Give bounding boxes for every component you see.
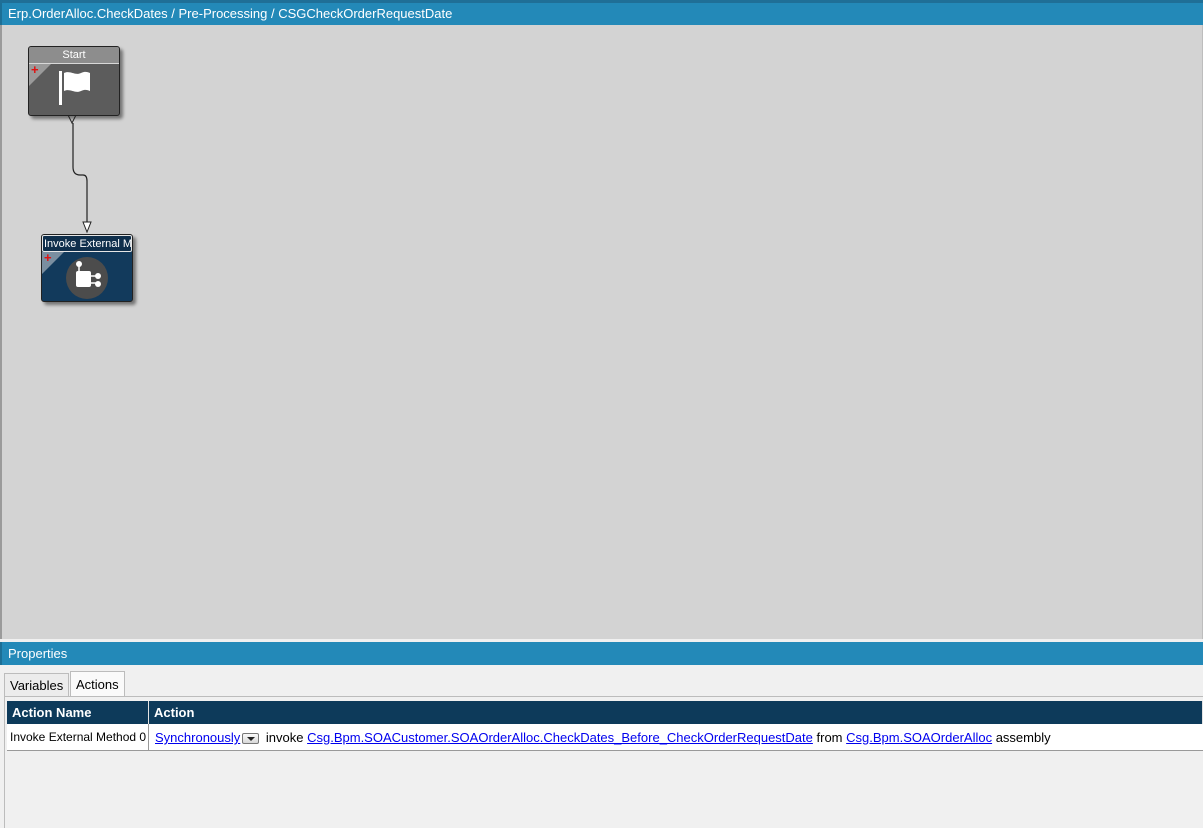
flag-icon [57, 69, 93, 110]
column-header-action-name[interactable]: Action Name [7, 701, 149, 724]
invoke-external-method-node[interactable]: Invoke External Me + [41, 234, 133, 302]
start-node-label: Start [29, 47, 119, 64]
actions-grid: Action Name Action Invoke External Metho… [7, 701, 1203, 751]
assembly-link[interactable]: Csg.Bpm.SOAOrderAlloc [846, 730, 992, 745]
expand-plus-icon[interactable]: + [31, 63, 41, 76]
assembly-text: assembly [995, 730, 1051, 745]
external-method-icon [64, 256, 110, 305]
invoke-node-label: Invoke External Me [42, 235, 132, 252]
flow-connector [67, 115, 92, 234]
from-text: from [816, 730, 843, 745]
start-node[interactable]: Start + [28, 46, 120, 116]
action-name-cell[interactable]: Invoke External Method 0 [7, 724, 149, 750]
actions-panel: Action Name Action Invoke External Metho… [4, 696, 1203, 828]
tab-actions[interactable]: Actions [70, 671, 125, 698]
tab-variables[interactable]: Variables [4, 673, 70, 697]
grid-header: Action Name Action [7, 701, 1203, 724]
table-row[interactable]: Invoke External Method 0 Synchronously i… [7, 724, 1203, 751]
column-header-action[interactable]: Action [149, 701, 1203, 724]
sync-mode-link[interactable]: Synchronously [155, 730, 240, 745]
breadcrumb: Erp.OrderAlloc.CheckDates / Pre-Processi… [0, 3, 1203, 25]
method-link[interactable]: Csg.Bpm.SOACustomer.SOAOrderAlloc.CheckD… [307, 730, 813, 745]
invoke-text: invoke [265, 730, 304, 745]
workflow-canvas[interactable]: Start + Invoke External Me + [0, 25, 1203, 639]
properties-header: Properties [0, 642, 1203, 665]
mode-dropdown-button[interactable] [242, 733, 260, 744]
action-cell: Synchronously invoke Csg.Bpm.SOACustomer… [149, 724, 1203, 750]
expand-plus-icon[interactable]: + [44, 251, 54, 264]
